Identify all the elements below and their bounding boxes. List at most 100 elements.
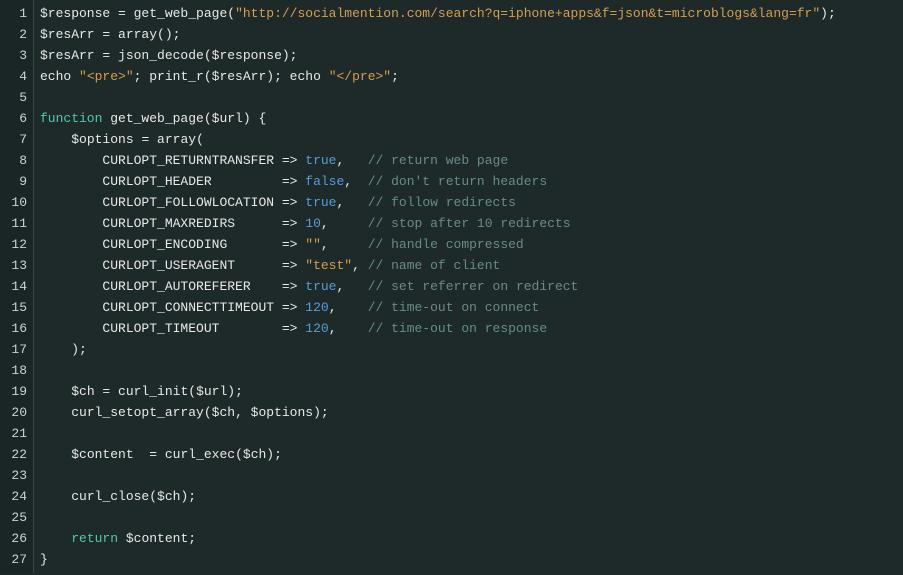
code-token: array: [118, 27, 157, 42]
code-content[interactable]: $response = get_web_page("http://socialm…: [34, 0, 903, 573]
line-number: 16: [10, 318, 27, 339]
code-token: "": [305, 237, 321, 252]
code-line[interactable]: CURLOPT_USERAGENT => "test", // name of …: [40, 255, 903, 276]
code-line[interactable]: function get_web_page($url) {: [40, 108, 903, 129]
code-line[interactable]: curl_close($ch);: [40, 486, 903, 507]
code-token: CURLOPT_MAXREDIRS: [102, 216, 274, 231]
code-token: $ch: [212, 405, 235, 420]
code-line[interactable]: [40, 87, 903, 108]
code-token: [40, 174, 102, 189]
code-token: 120: [305, 321, 328, 336]
code-token: );: [40, 342, 87, 357]
code-token: (: [149, 489, 157, 504]
code-line[interactable]: CURLOPT_RETURNTRANSFER => true, // retur…: [40, 150, 903, 171]
code-token: // stop after 10 redirects: [368, 216, 571, 231]
code-line[interactable]: curl_setopt_array($ch, $options);: [40, 402, 903, 423]
code-token: =>: [274, 258, 305, 273]
code-line[interactable]: [40, 465, 903, 486]
code-token: echo: [40, 69, 79, 84]
line-number: 27: [10, 549, 27, 570]
code-token: $options: [71, 132, 133, 147]
code-line[interactable]: [40, 507, 903, 528]
code-token: $url: [212, 111, 243, 126]
code-token: // follow redirects: [368, 195, 516, 210]
code-line[interactable]: [40, 423, 903, 444]
code-token: =: [134, 132, 157, 147]
code-token: ();: [157, 27, 180, 42]
code-token: $resArr: [40, 48, 95, 63]
code-line[interactable]: $resArr = array();: [40, 24, 903, 45]
code-line[interactable]: $ch = curl_init($url);: [40, 381, 903, 402]
code-token: curl_close: [71, 489, 149, 504]
code-token: =: [95, 27, 118, 42]
code-line[interactable]: CURLOPT_MAXREDIRS => 10, // stop after 1…: [40, 213, 903, 234]
line-number: 17: [10, 339, 27, 360]
code-token: (: [204, 69, 212, 84]
line-number: 7: [10, 129, 27, 150]
code-token: =>: [274, 174, 305, 189]
line-number: 21: [10, 423, 27, 444]
code-token: );: [266, 447, 282, 462]
line-number: 19: [10, 381, 27, 402]
code-line[interactable]: $content = curl_exec($ch);: [40, 444, 903, 465]
code-line[interactable]: }: [40, 549, 903, 570]
line-number: 4: [10, 66, 27, 87]
line-number: 22: [10, 444, 27, 465]
code-token: [40, 489, 71, 504]
code-token: 120: [305, 300, 328, 315]
code-token: curl_init: [118, 384, 188, 399]
code-token: ,: [337, 279, 368, 294]
code-token: [40, 300, 102, 315]
code-token: $url: [196, 384, 227, 399]
code-token: }: [40, 552, 48, 567]
code-line[interactable]: CURLOPT_ENCODING => "", // handle compre…: [40, 234, 903, 255]
code-token: [40, 195, 102, 210]
code-token: ,: [337, 153, 368, 168]
code-token: =>: [274, 279, 305, 294]
code-token: CURLOPT_TIMEOUT: [102, 321, 274, 336]
code-line[interactable]: CURLOPT_TIMEOUT => 120, // time-out on r…: [40, 318, 903, 339]
code-token: curl_setopt_array: [71, 405, 204, 420]
code-token: (: [227, 6, 235, 21]
code-token: =: [110, 6, 133, 21]
line-number: 15: [10, 297, 27, 318]
code-line[interactable]: [40, 360, 903, 381]
code-token: ,: [321, 237, 368, 252]
code-line[interactable]: CURLOPT_HEADER => false, // don't return…: [40, 171, 903, 192]
code-line[interactable]: $options = array(: [40, 129, 903, 150]
code-line[interactable]: echo "<pre>"; print_r($resArr); echo "</…: [40, 66, 903, 87]
code-token: ,: [352, 258, 368, 273]
code-line[interactable]: CURLOPT_FOLLOWLOCATION => true, // follo…: [40, 192, 903, 213]
code-token: [40, 531, 71, 546]
code-line[interactable]: CURLOPT_CONNECTTIMEOUT => 120, // time-o…: [40, 297, 903, 318]
line-number: 9: [10, 171, 27, 192]
code-token: =>: [274, 321, 305, 336]
code-token: curl_exec: [165, 447, 235, 462]
code-line[interactable]: CURLOPT_AUTOREFERER => true, // set refe…: [40, 276, 903, 297]
code-token: $ch: [71, 384, 94, 399]
code-token: CURLOPT_USERAGENT: [102, 258, 274, 273]
code-line[interactable]: $resArr = json_decode($response);: [40, 45, 903, 66]
line-number: 24: [10, 486, 27, 507]
line-number: 10: [10, 192, 27, 213]
code-token: =: [134, 447, 165, 462]
code-line[interactable]: return $content;: [40, 528, 903, 549]
code-token: ;: [188, 531, 196, 546]
code-token: $content: [126, 531, 188, 546]
code-token: );: [282, 48, 298, 63]
code-token: true: [305, 195, 336, 210]
code-token: get_web_page: [102, 111, 203, 126]
code-line[interactable]: );: [40, 339, 903, 360]
code-token: function: [40, 111, 102, 126]
code-token: ,: [329, 321, 368, 336]
code-token: true: [305, 279, 336, 294]
code-token: =>: [274, 195, 305, 210]
code-line[interactable]: $response = get_web_page("http://socialm…: [40, 3, 903, 24]
code-token: json_decode: [118, 48, 204, 63]
code-token: =: [95, 48, 118, 63]
code-token: true: [305, 153, 336, 168]
code-token: CURLOPT_ENCODING: [102, 237, 274, 252]
line-number: 25: [10, 507, 27, 528]
line-number: 20: [10, 402, 27, 423]
code-token: // handle compressed: [368, 237, 524, 252]
